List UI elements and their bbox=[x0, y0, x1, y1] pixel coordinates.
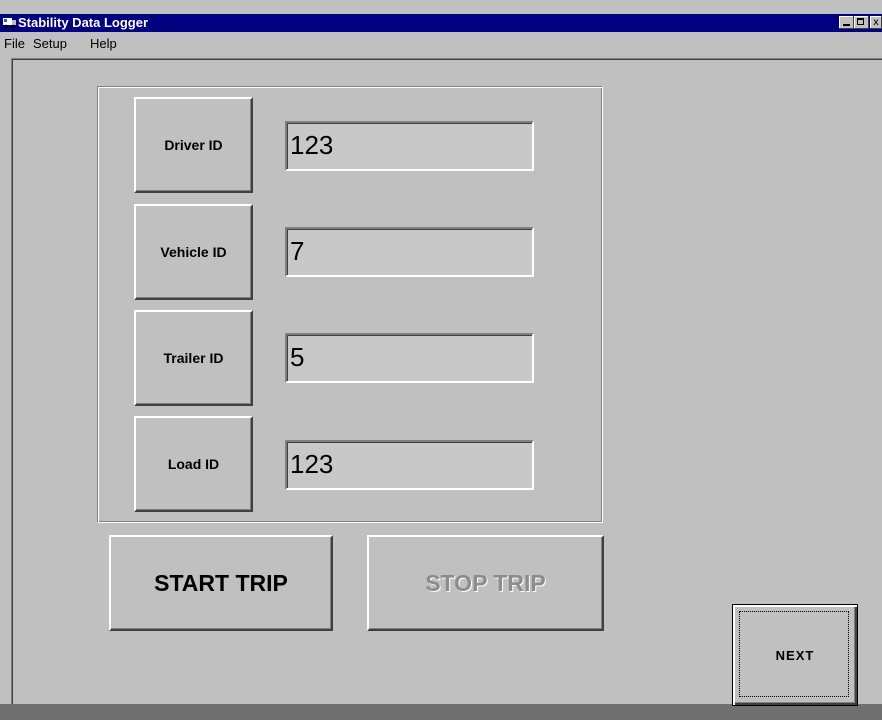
title-bar[interactable]: Stability Data Logger x bbox=[0, 14, 882, 32]
maximize-icon bbox=[857, 18, 864, 25]
driver-id-button[interactable]: Driver ID bbox=[134, 97, 253, 193]
window-title: Stability Data Logger bbox=[18, 15, 149, 30]
menu-help[interactable]: Help bbox=[90, 36, 117, 51]
truck-app-icon bbox=[3, 18, 16, 29]
stop-trip-button[interactable]: STOP TRIP bbox=[367, 535, 604, 631]
next-button[interactable]: NEXT bbox=[732, 604, 858, 706]
menu-file[interactable]: File bbox=[4, 36, 25, 51]
vehicle-id-button[interactable]: Vehicle ID bbox=[134, 204, 253, 300]
load-id-field[interactable]: 123 bbox=[285, 440, 534, 490]
close-button[interactable]: x bbox=[870, 16, 882, 29]
trailer-id-field[interactable]: 5 bbox=[285, 333, 534, 383]
main-window: Stability Data Logger x File Setup Help … bbox=[0, 0, 882, 720]
driver-id-field[interactable]: 123 bbox=[285, 121, 534, 171]
start-trip-button[interactable]: START TRIP bbox=[109, 535, 333, 631]
minimize-icon bbox=[843, 24, 850, 26]
maximize-button[interactable] bbox=[854, 16, 869, 29]
vehicle-id-field[interactable]: 7 bbox=[285, 227, 534, 277]
bottom-strip bbox=[0, 704, 882, 720]
menu-setup[interactable]: Setup bbox=[33, 36, 67, 51]
trailer-id-button[interactable]: Trailer ID bbox=[134, 310, 253, 406]
menu-bar: File Setup Help bbox=[0, 32, 882, 58]
load-id-button[interactable]: Load ID bbox=[134, 416, 253, 512]
minimize-button[interactable] bbox=[839, 16, 854, 29]
next-button-label: NEXT bbox=[775, 647, 815, 663]
close-icon: x bbox=[873, 17, 879, 28]
